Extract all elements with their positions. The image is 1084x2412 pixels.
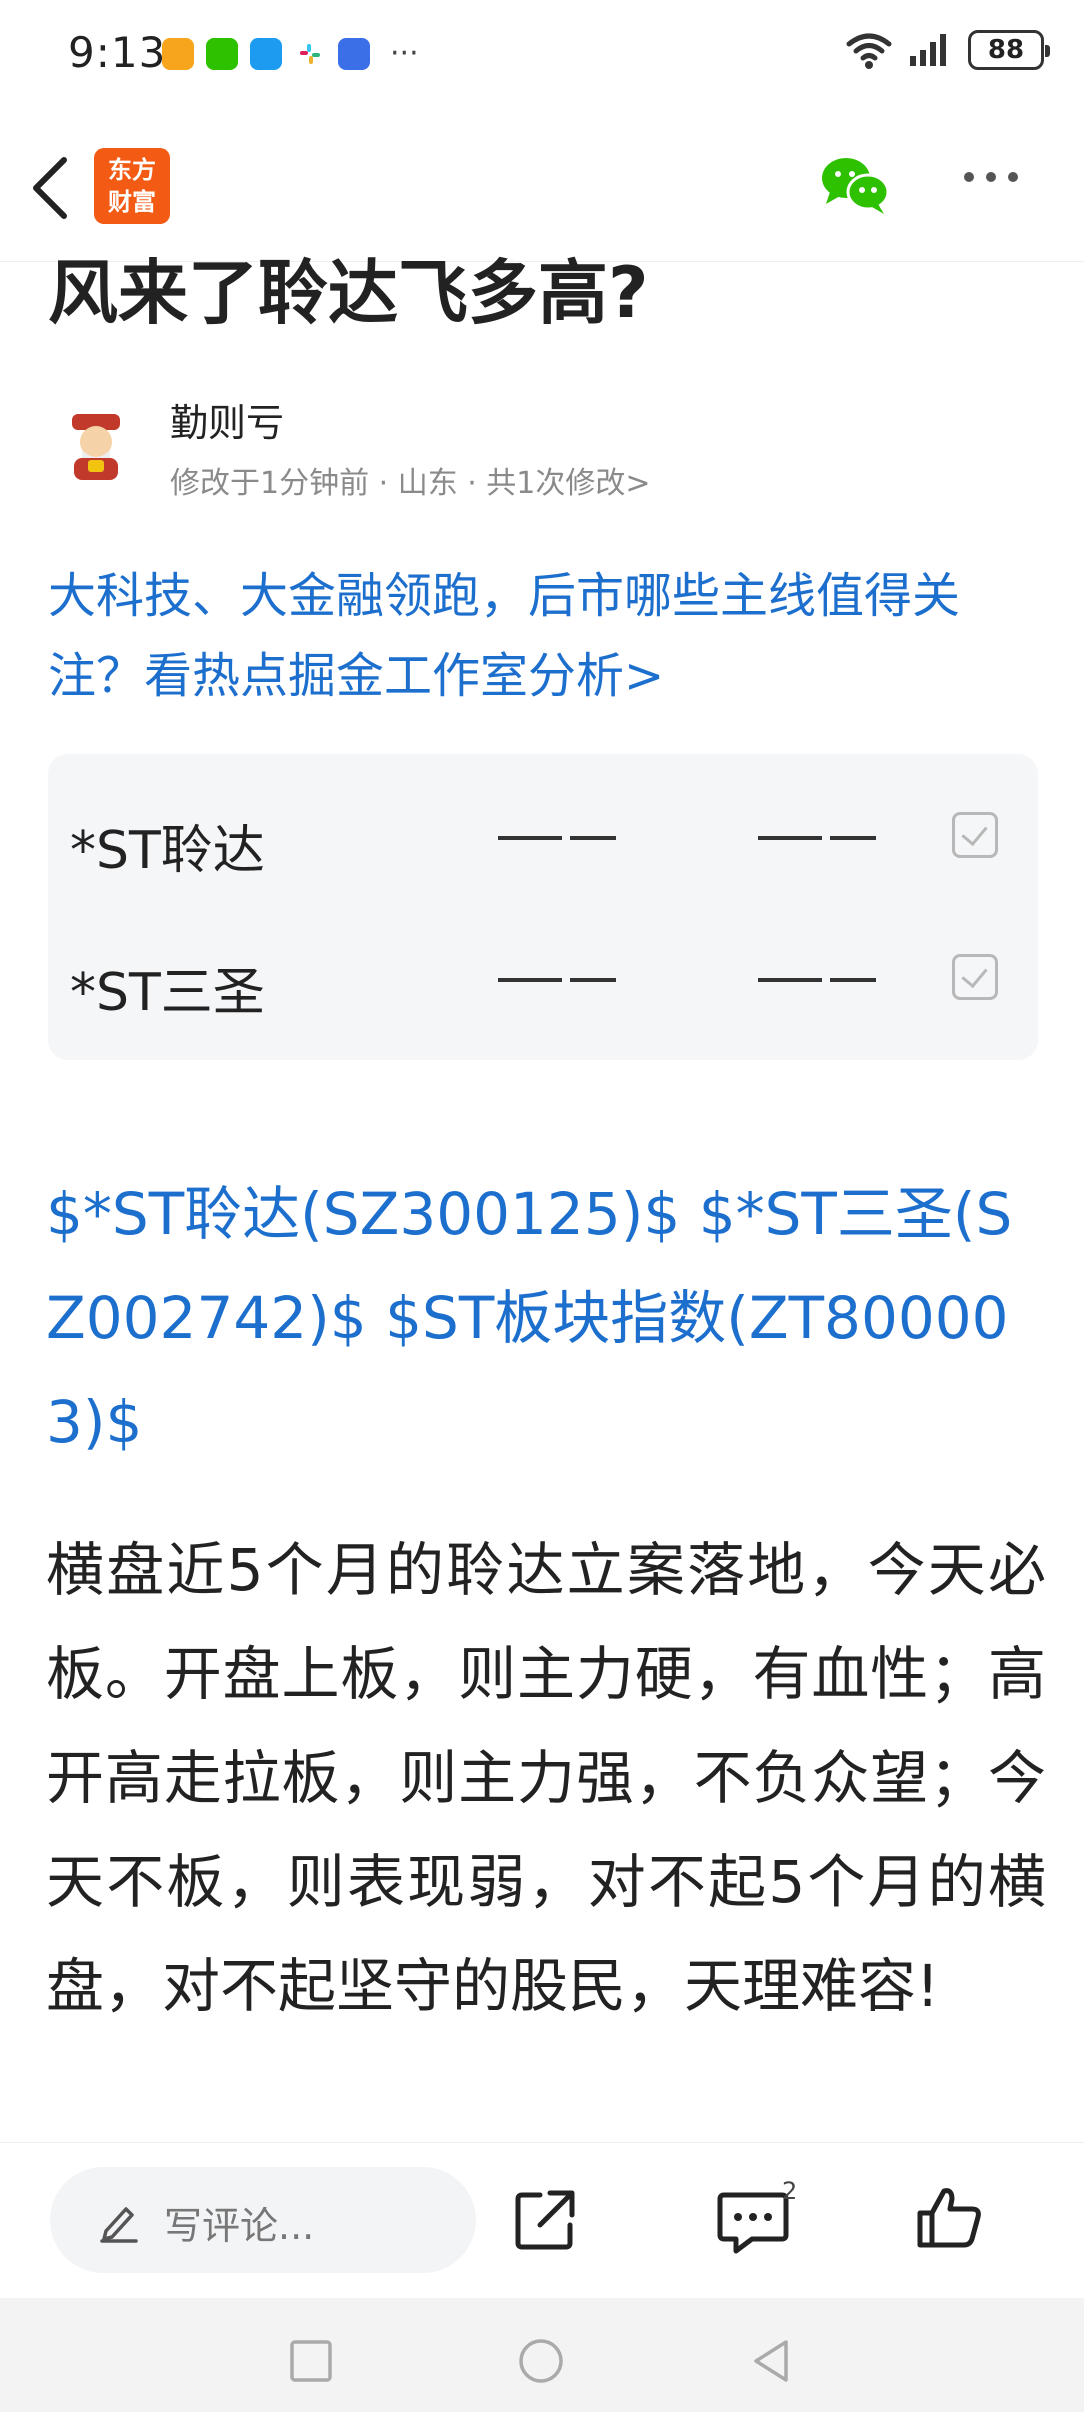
wechat-share-icon[interactable] bbox=[818, 152, 892, 218]
comment-placeholder: 写评论... bbox=[164, 2204, 315, 2248]
promo-link[interactable]: 大科技、大金融领跑，后市哪些主线值得关注？看热点掘金工作室分析> bbox=[48, 556, 1048, 716]
system-nav-bar bbox=[0, 2298, 1084, 2412]
share-icon[interactable] bbox=[512, 2187, 578, 2253]
battery-level: 88 bbox=[987, 35, 1025, 65]
pen-icon bbox=[100, 2207, 138, 2243]
stock-change-placeholder bbox=[758, 978, 876, 982]
wechat-notification-icon bbox=[206, 38, 238, 70]
home-icon[interactable] bbox=[516, 2336, 566, 2386]
stock-row[interactable]: *ST三圣 bbox=[48, 928, 1038, 1028]
slack-notification-icon bbox=[294, 38, 326, 70]
stock-quote-card: *ST聆达 *ST三圣 bbox=[48, 754, 1038, 1060]
stock-name: *ST聆达 bbox=[70, 821, 265, 881]
logo-line-2: 财富 bbox=[108, 188, 156, 216]
comment-count: 2 bbox=[782, 2177, 798, 2205]
battery-icon: 88 bbox=[968, 30, 1050, 70]
bottom-action-bar: 写评论... 2 bbox=[0, 2142, 1084, 2298]
thumbs-up-icon[interactable] bbox=[914, 2183, 984, 2253]
stock-name: *ST三圣 bbox=[70, 963, 265, 1023]
message-notification-icon bbox=[250, 38, 282, 70]
recent-apps-icon[interactable] bbox=[286, 2336, 336, 2386]
article-title: 风来了聆达飞多高? bbox=[48, 252, 649, 334]
stock-change-placeholder bbox=[758, 836, 876, 840]
stock-price-placeholder bbox=[498, 978, 616, 982]
watchlist-checkbox[interactable] bbox=[952, 812, 998, 858]
stock-tag-links[interactable]: $*ST聆达(SZ300125)$ $*ST三圣(SZ002742)$ $ST板… bbox=[46, 1162, 1046, 1474]
status-bar: 9:13 ··· 88 bbox=[0, 0, 1084, 112]
status-indicators: 88 bbox=[844, 30, 1050, 70]
more-options-icon[interactable] bbox=[964, 172, 1018, 182]
post-meta[interactable]: 修改于1分钟前 · 山东 · 共1次修改> bbox=[170, 458, 651, 502]
signal-icon bbox=[910, 34, 946, 66]
stock-row[interactable]: *ST聆达 bbox=[48, 786, 1038, 886]
app-notification-icon-2 bbox=[338, 38, 370, 70]
notification-icons: ··· bbox=[162, 38, 419, 70]
article-body: 横盘近5个月的聆达立案落地，今天必板。开盘上板，则主力硬，有血性；高开高走拉板，… bbox=[46, 1536, 1046, 2020]
back-arrow-icon[interactable] bbox=[22, 148, 82, 228]
comments-icon[interactable] bbox=[716, 2187, 790, 2257]
more-notifications: ··· bbox=[390, 36, 419, 71]
author-avatar[interactable] bbox=[52, 400, 140, 488]
stock-price-placeholder bbox=[498, 836, 616, 840]
comment-input[interactable]: 写评论... bbox=[50, 2167, 476, 2273]
top-nav-bar: 东方 财富 bbox=[0, 112, 1084, 262]
watchlist-checkbox[interactable] bbox=[952, 954, 998, 1000]
logo-line-1: 东方 bbox=[108, 156, 156, 184]
wifi-icon bbox=[846, 33, 892, 69]
author-name[interactable]: 勤则亏 bbox=[170, 392, 284, 447]
status-time: 9:13 bbox=[68, 28, 167, 77]
app-notification-icon bbox=[162, 38, 194, 70]
eastmoney-logo[interactable]: 东方 财富 bbox=[94, 148, 170, 224]
back-triangle-icon[interactable] bbox=[746, 2336, 796, 2386]
